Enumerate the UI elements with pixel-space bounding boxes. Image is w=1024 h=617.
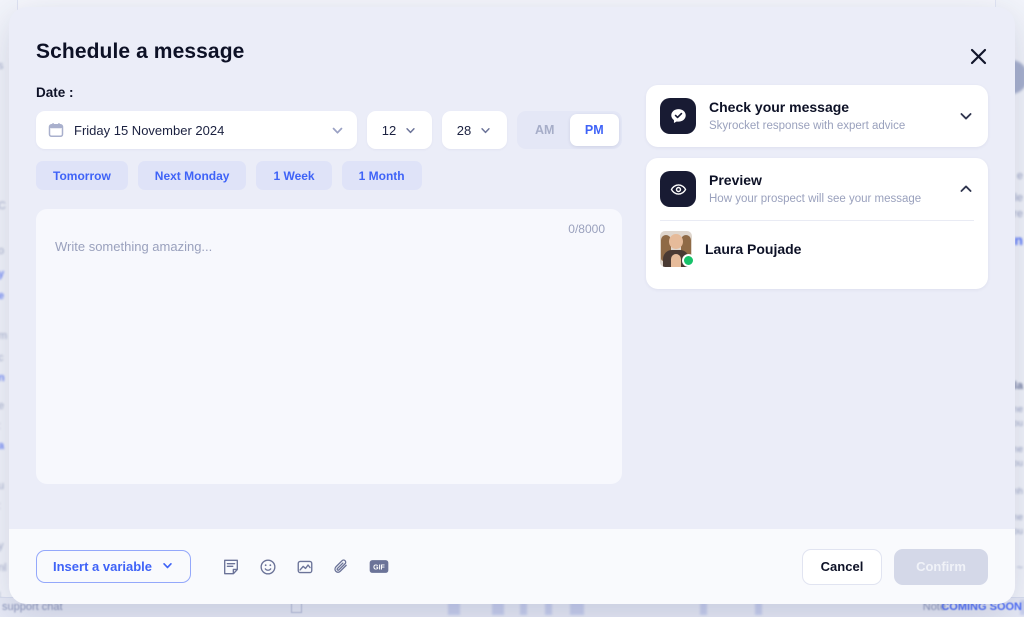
background-text: y (0, 268, 5, 280)
background-text: : (0, 420, 1, 432)
character-counter: 0/8000 (568, 222, 605, 236)
insert-variable-label: Insert a variable (53, 559, 152, 574)
background-text: a (0, 440, 5, 452)
insert-variable-button[interactable]: Insert a variable (36, 550, 191, 583)
background-text: e (0, 290, 5, 302)
close-icon (970, 48, 986, 64)
gif-label: GIF (373, 564, 385, 571)
background-text: n (0, 372, 5, 384)
eye-icon (660, 171, 696, 207)
quick-chip-tomorrow[interactable]: Tomorrow (36, 161, 128, 190)
chevron-down-icon (161, 559, 174, 575)
background-text: C (0, 200, 6, 212)
quick-chip-1-week[interactable]: 1 Week (256, 161, 332, 190)
side-panel: Check your message Skyrocket response wi… (646, 85, 988, 529)
card-title: Preview (709, 172, 762, 189)
chevron-up-icon[interactable] (958, 181, 974, 197)
message-textarea[interactable]: 0/8000 Write something amazing... (36, 209, 622, 484)
template-note-icon[interactable] (220, 556, 241, 577)
card-subtitle: Skyrocket response with expert advice (709, 119, 906, 132)
date-time-row: Friday 15 November 2024 12 28 AM PM (36, 111, 622, 149)
background-text: y (0, 540, 4, 552)
preview-text: Preview How your prospect will see your … (709, 172, 950, 206)
chevron-down-icon[interactable] (958, 108, 974, 124)
cancel-button[interactable]: Cancel (802, 548, 882, 585)
chevron-down-icon (479, 124, 492, 137)
background-text: o (0, 245, 5, 257)
background-text: u (0, 480, 5, 492)
meridiem-toggle: AM PM (517, 111, 622, 149)
date-value: Friday 15 November 2024 (74, 122, 225, 138)
avatar (660, 231, 695, 267)
card-subtitle: How your prospect will see your message (709, 192, 922, 205)
calendar-icon (48, 122, 64, 138)
background-text: : (0, 500, 1, 512)
confirm-button[interactable]: Confirm (894, 548, 988, 585)
minute-select[interactable]: 28 (442, 111, 507, 149)
background-text: m (0, 330, 8, 342)
check-your-message-card: Check your message Skyrocket response wi… (646, 85, 988, 147)
background-text: e (1016, 170, 1023, 182)
modal-body: Date : Friday 15 November 2024 12 28 AM … (9, 85, 1015, 529)
modal-footer: Insert a variable GIF Cancel Confirm (9, 529, 1015, 604)
attachment-icon[interactable] (331, 556, 352, 577)
status-badge (682, 254, 695, 267)
background-text: le (1014, 192, 1023, 204)
check-your-message-text: Check your message Skyrocket response wi… (709, 99, 950, 133)
background-text: s (0, 60, 4, 72)
modal-header: Schedule a message (9, 7, 1015, 85)
background-text: nl (0, 562, 7, 574)
composer-column: Date : Friday 15 November 2024 12 28 AM … (36, 85, 622, 529)
preview-header[interactable]: Preview How your prospect will see your … (646, 158, 988, 220)
chevron-down-icon (404, 124, 417, 137)
quick-chip-1-month[interactable]: 1 Month (341, 161, 422, 190)
hour-value: 12 (381, 122, 397, 138)
message-placeholder: Write something amazing... (55, 239, 213, 254)
chat-check-icon (660, 98, 696, 134)
meridiem-option-pm[interactable]: PM (569, 114, 619, 146)
preview-contact-row: Laura Poujade (646, 221, 988, 289)
background-text: c (0, 352, 4, 364)
emoji-icon[interactable] (257, 556, 278, 577)
contact-name: Laura Poujade (705, 241, 802, 257)
date-picker[interactable]: Friday 15 November 2024 (36, 111, 357, 149)
quick-date-chips: Tomorrow Next Monday 1 Week 1 Month (36, 161, 622, 190)
check-your-message-header[interactable]: Check your message Skyrocket response wi… (646, 85, 988, 147)
card-title: Check your message (709, 99, 850, 116)
background-text: ~ (1016, 562, 1023, 574)
background-text: e (0, 400, 5, 412)
preview-card: Preview How your prospect will see your … (646, 158, 988, 289)
hour-select[interactable]: 12 (367, 111, 432, 149)
page-title: Schedule a message (36, 40, 245, 63)
meridiem-option-am[interactable]: AM (520, 114, 570, 146)
minute-value: 28 (456, 122, 472, 138)
chevron-down-icon (330, 123, 345, 138)
gif-icon[interactable]: GIF (368, 556, 389, 577)
image-icon[interactable] (294, 556, 315, 577)
quick-chip-next-monday[interactable]: Next Monday (137, 161, 247, 190)
date-label: Date : (36, 85, 74, 100)
composer-toolbar: GIF (220, 556, 389, 577)
schedule-message-modal: Schedule a message Date : Friday 15 Nove… (9, 7, 1015, 604)
close-button[interactable] (963, 41, 993, 71)
